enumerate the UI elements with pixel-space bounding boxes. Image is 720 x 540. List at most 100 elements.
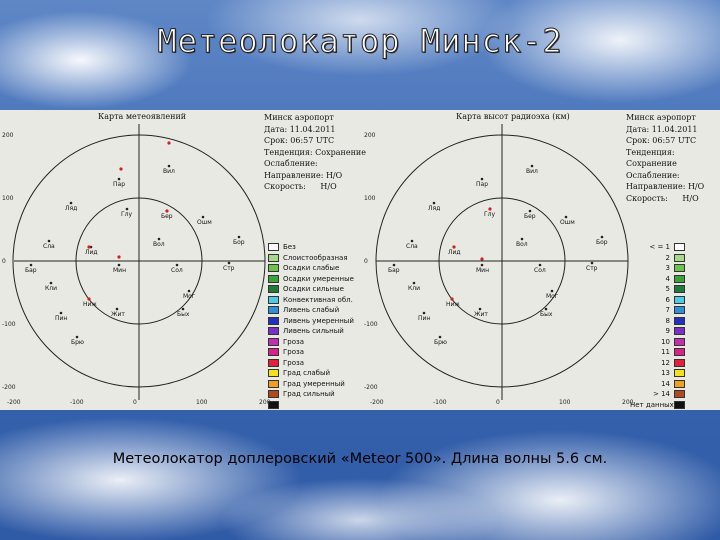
x-tick-label: 0 [496,399,500,406]
radar-echo-point [452,245,456,249]
y-tick-label: -100 [364,321,378,328]
station-marker [175,263,179,267]
station-label: Ошм [197,219,212,226]
legend-meteo: Без Слоистообразная Осадки слабые Осадки ум… [268,242,354,410]
station-label: Бар [388,267,400,274]
legend-swatch [674,274,685,283]
station-label: Сла [406,243,418,250]
x-tick-label: -200 [7,399,21,406]
legend-item: 13 [630,368,689,379]
legend-item: Конвективная обл. [268,295,354,306]
station-label: Глу [121,211,132,218]
station-marker [480,177,484,181]
station-marker [125,207,129,211]
legend-item: < = 1 [630,242,689,253]
legend-swatch [674,390,685,399]
station-label: Вол [516,241,528,248]
station-label: Жит [474,311,488,318]
legend-item: > 14 [630,389,689,400]
station-label: Сла [43,243,55,250]
legend-item: 14 [630,379,689,390]
legend-item: Гроза [268,337,354,348]
station-marker [478,307,482,311]
legend-item: Нет данных [630,400,689,411]
x-tick-label: -200 [370,399,384,406]
legend-swatch [268,358,279,367]
legend-label: Град слабый [283,369,331,378]
info-date: Дата: 11.04.2011 [264,124,336,134]
station-label: Бых [177,311,190,318]
station-marker [528,209,532,213]
slide-caption: Метеолокатор доплеровский «Meteor 500». … [112,451,608,467]
legend-swatch [268,285,279,294]
legend-label: Ливень слабый [283,306,340,315]
legend-item: 11 [630,347,689,358]
station-label: Сол [171,267,183,274]
station-label: Ляд [65,205,77,212]
station-label: Мин [113,267,126,274]
station-label: Пин [418,315,430,322]
info-block-right: Минск аэропорт Дата: 11.04.2011 Срок: 06… [626,112,720,204]
station-label: Вол [153,241,165,248]
info-direction: Направление: Н/О [264,170,343,180]
slide-title: Метеолокатор Минск-2 [157,22,563,61]
legend-swatch [268,327,279,336]
legend-swatch [674,264,685,273]
x-tick-label: -100 [433,399,447,406]
legend-swatch [268,369,279,378]
legend-item: Град сильный [268,389,354,400]
x-tick-label: 100 [196,399,208,406]
legend-swatch [268,337,279,346]
station-label: Мог [183,293,195,300]
station-marker [49,281,53,285]
legend-swatch [674,337,685,346]
y-tick-label: 0 [2,258,6,265]
info-trend: Тенденция: Сохранение [626,147,677,169]
station-label: Кли [408,285,420,292]
legend-item: Град умеренный [268,379,354,390]
legend-swatch [268,243,279,252]
station-label: Стр [586,265,598,272]
legend-label: Град сильный [283,390,335,399]
station-marker [480,263,484,267]
legend-label: 6 [665,295,670,304]
station-label: Кли [45,285,57,292]
station-label: Лид [85,249,98,256]
legend-label: 3 [665,264,670,273]
station-marker [47,239,51,243]
legend-label: Град умеренный [283,379,345,388]
legend-label: 8 [665,316,670,325]
legend-swatch [674,327,685,336]
y-tick-label: 100 [364,195,376,202]
legend-swatch [674,358,685,367]
y-tick-label: -200 [364,384,378,391]
info-date: Дата: 11.04.2011 [626,124,698,134]
station-marker [75,335,79,339]
info-weak: Ослабление: [626,170,680,180]
legend-label: 4 [665,274,670,283]
map-title-right: Карта высот радиоэха (км) [456,112,570,121]
legend-swatch [674,253,685,262]
legend-label: Слоистообразная [283,253,348,262]
info-trend: Тенденция: Сохранение [264,147,366,157]
legend-label: 10 [661,337,670,346]
legend-label: 11 [661,348,670,357]
legend-swatch [268,295,279,304]
station-label: Ниж [446,301,460,308]
legend-item [268,400,354,411]
legend-label: 7 [665,306,670,315]
station-label: Бых [540,311,553,318]
station-label: Сол [534,267,546,274]
station-label: Пар [476,181,488,188]
station-marker [412,281,416,285]
station-label: Мог [546,293,558,300]
legend-label: 5 [665,285,670,294]
station-label: Пин [55,315,67,322]
legend-item: 5 [630,284,689,295]
legend-swatch [268,306,279,315]
station-marker [392,263,396,267]
radar-echo-point [87,245,91,249]
legend-label: Ливень сильный [283,327,344,336]
station-label: Ляд [428,205,440,212]
legend-swatch [674,295,685,304]
